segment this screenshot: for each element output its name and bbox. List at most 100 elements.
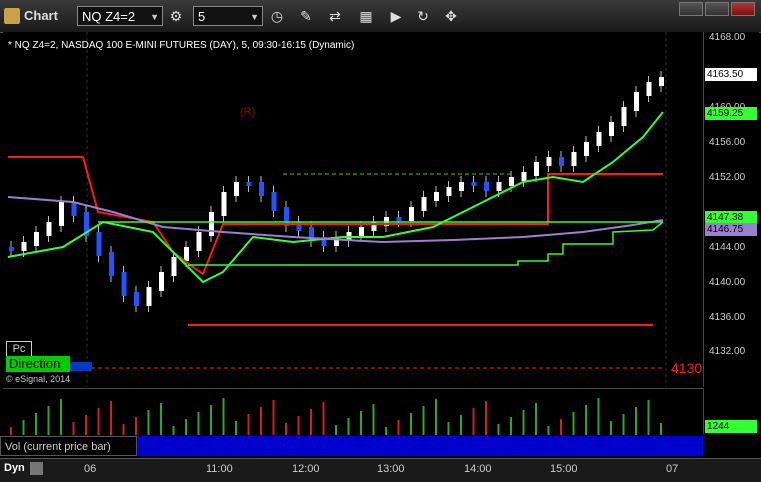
- price-pane[interactable]: [3, 32, 703, 387]
- volume-bar: [385, 427, 387, 435]
- swap-icon[interactable]: ⇄: [325, 6, 345, 26]
- time-axis[interactable]: Dyn 06 11:00 12:00 13:00 14:00 15:00 07: [0, 458, 761, 482]
- candle-body: [521, 172, 527, 181]
- candle-body: [471, 182, 477, 186]
- symbol-value: NQ Z4=2: [82, 9, 136, 24]
- candle-body: [146, 287, 152, 306]
- volume-bar: [247, 414, 250, 435]
- volume-bar: [472, 408, 475, 435]
- volume-scale: 1244: [703, 388, 759, 434]
- candle-body: [446, 187, 452, 196]
- candle-body: [421, 197, 427, 211]
- candle-body: [396, 217, 402, 221]
- candle-body: [221, 192, 227, 216]
- candle-body: [171, 257, 177, 276]
- candle-body: [459, 182, 464, 191]
- interval-field[interactable]: 5 ▼: [193, 6, 263, 26]
- candle-body: [646, 82, 652, 96]
- candle-body: [159, 272, 164, 291]
- play-icon[interactable]: ▶: [386, 6, 406, 26]
- volume-bar: [122, 424, 125, 435]
- volume-bar: [422, 406, 425, 435]
- volume-bar: [460, 415, 462, 435]
- price-label: 4156.00: [709, 137, 746, 148]
- volume-bar: [335, 425, 337, 435]
- volume-bar: [297, 416, 300, 435]
- candle-body: [134, 292, 139, 306]
- close-button[interactable]: [731, 2, 755, 16]
- price-label: 4132.00: [709, 346, 746, 357]
- volume-bar: [397, 420, 400, 435]
- candle-body: [434, 192, 439, 201]
- candle-body: [596, 132, 602, 146]
- price-label: 4140.00: [709, 277, 746, 288]
- interval-dropdown-icon[interactable]: ▼: [250, 7, 259, 27]
- volume-bar: [347, 418, 350, 435]
- candle-body: [559, 157, 564, 166]
- volume-bar: [160, 403, 162, 435]
- candle-body: [109, 252, 114, 276]
- time-label: 11:00: [206, 463, 233, 475]
- candle-body: [584, 142, 589, 156]
- time-label: 13:00: [377, 463, 405, 475]
- volume-bar: [72, 422, 75, 435]
- candle-body: [509, 177, 514, 186]
- volume-bar: [110, 401, 112, 435]
- clock-icon[interactable]: ◷: [267, 6, 287, 26]
- calc-icon[interactable]: ▦: [356, 6, 376, 26]
- volume-bar: [535, 403, 537, 435]
- volume-bar: [622, 414, 625, 435]
- volume-pane[interactable]: [3, 388, 703, 435]
- volume-bar: [322, 402, 325, 435]
- volume-bar: [635, 407, 637, 435]
- symbol-dropdown-icon[interactable]: ▼: [150, 7, 159, 27]
- gear-icon[interactable]: ⚙: [166, 6, 186, 26]
- symbol-field[interactable]: NQ Z4=2 ▼: [77, 6, 163, 26]
- volume-bar: [510, 417, 512, 435]
- volume-bar: [485, 401, 487, 435]
- volume-bar: [522, 410, 525, 435]
- volume-bar: [235, 421, 237, 435]
- direction-button[interactable]: Direction: [6, 356, 70, 372]
- price-scale[interactable]: 4168.00 4160.00 4156.00 4152.00 4144.00 …: [703, 32, 759, 387]
- candle-body: [496, 182, 502, 191]
- volume-bar: [410, 413, 412, 435]
- candle-body: [46, 222, 52, 236]
- candle-body: [546, 157, 552, 166]
- dyn-icon[interactable]: [30, 462, 43, 475]
- volume-bar: [310, 409, 312, 435]
- r-marker: (R): [240, 106, 256, 118]
- volume-label: Vol (current price bar): [0, 436, 137, 456]
- time-label: 12:00: [292, 463, 320, 475]
- candle-body: [184, 247, 189, 261]
- candle-body: [659, 77, 664, 86]
- volume-bar: [222, 398, 225, 435]
- candle-body: [259, 182, 264, 196]
- cursor-icon[interactable]: ✥: [441, 6, 461, 26]
- volume-label-bar: [137, 436, 703, 456]
- dyn-label[interactable]: Dyn: [4, 462, 25, 474]
- window-controls: [677, 2, 757, 16]
- volume-bar: [372, 404, 375, 435]
- pencil-icon[interactable]: ✎: [296, 6, 316, 26]
- candle-body: [409, 207, 414, 221]
- refresh-icon[interactable]: ↻: [413, 6, 433, 26]
- candle-body: [196, 232, 202, 251]
- minimize-button[interactable]: [679, 2, 703, 16]
- maximize-button[interactable]: [705, 2, 729, 16]
- candle-body: [234, 182, 239, 196]
- chart-icon[interactable]: [4, 8, 20, 24]
- direction-tail: [70, 362, 92, 371]
- green-level-box: 4159.25: [705, 107, 757, 120]
- volume-value-box: 1244: [705, 420, 757, 433]
- pc-button[interactable]: Pc: [6, 341, 32, 357]
- candle-body: [484, 182, 489, 191]
- volume-bar: [260, 407, 262, 435]
- volume-bar: [60, 399, 62, 435]
- candle-body: [609, 122, 614, 136]
- volume-bar: [135, 417, 137, 435]
- candle-body: [121, 272, 127, 296]
- volume-chart: [10, 398, 662, 435]
- volume-bar: [210, 405, 212, 435]
- volume-bar: [22, 420, 25, 435]
